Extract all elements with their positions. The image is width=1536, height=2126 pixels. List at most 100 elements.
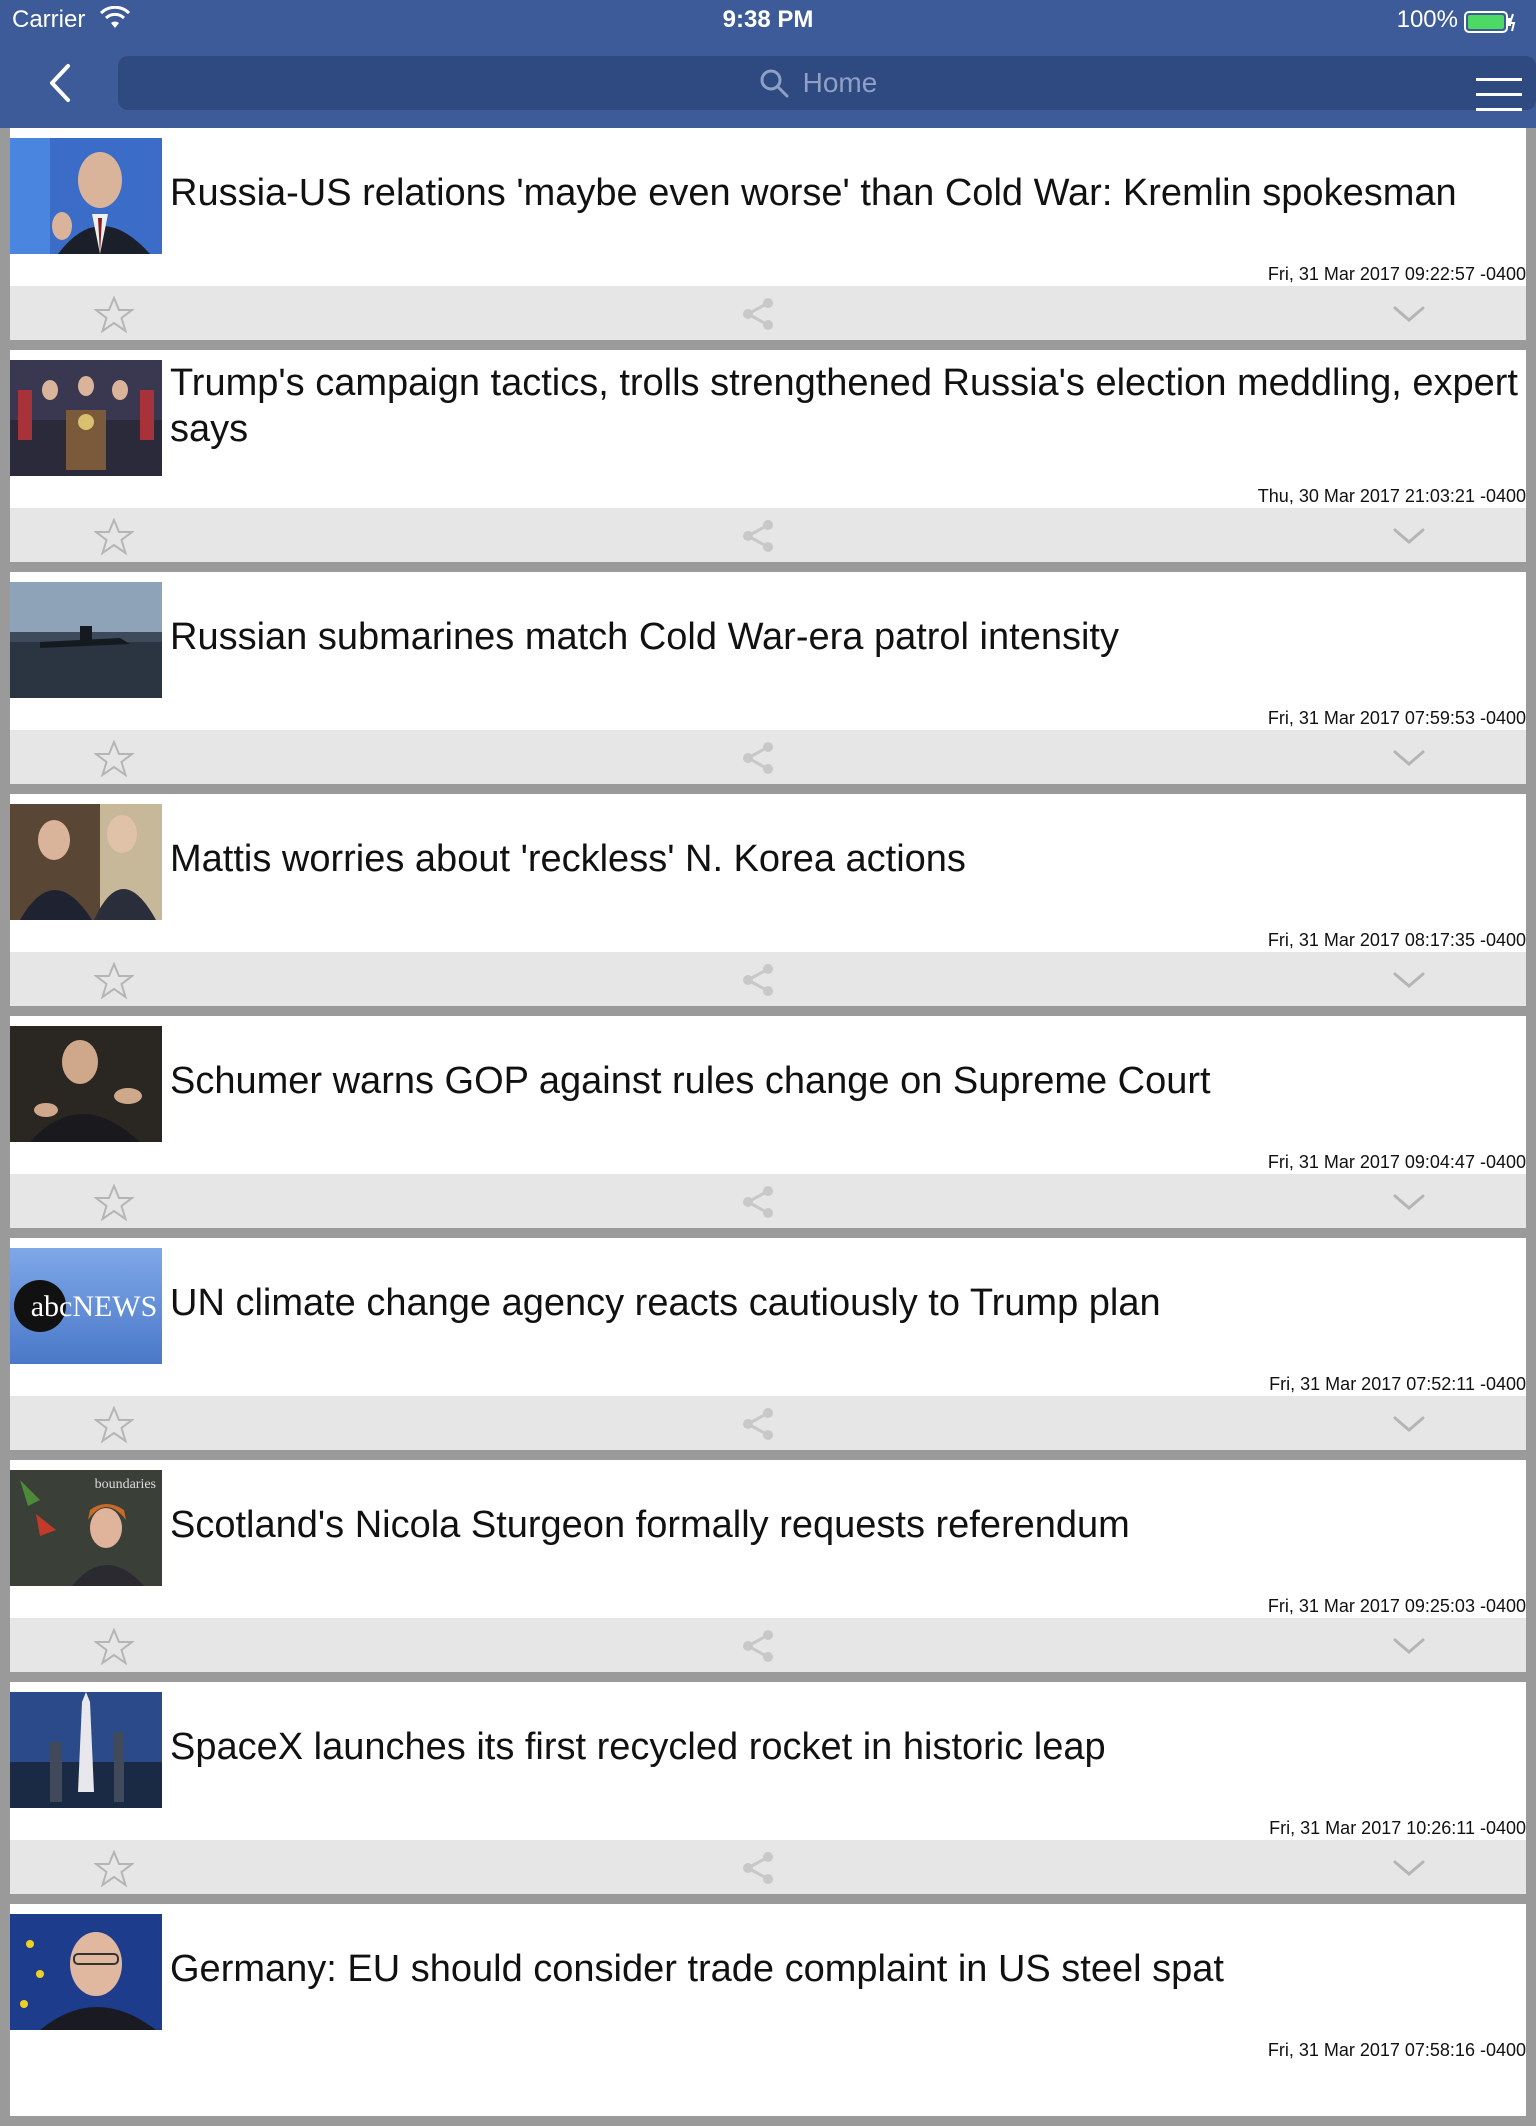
article-thumbnail[interactable] (10, 360, 162, 476)
thumbnail-image (10, 138, 162, 254)
article-headline[interactable]: Trump's campaign tactics, trolls strengt… (170, 360, 1520, 452)
share-button[interactable] (740, 518, 776, 554)
share-button[interactable] (740, 1406, 776, 1442)
article-headline[interactable]: SpaceX launches its first recycled rocke… (170, 1724, 1520, 1770)
expand-button[interactable] (1392, 748, 1426, 768)
article-date: Fri, 31 Mar 2017 07:59:53 -0400 (1267, 708, 1526, 728)
article-card[interactable]: Schumer warns GOP against rules change o… (10, 1016, 1526, 1228)
article-card[interactable]: SpaceX launches its first recycled rocke… (10, 1682, 1526, 1894)
article-action-bar (10, 1396, 1526, 1450)
article-headline[interactable]: Schumer warns GOP against rules change o… (170, 1058, 1520, 1104)
article-date: Fri, 31 Mar 2017 09:22:57 -0400 (1267, 264, 1526, 284)
article-date: Fri, 31 Mar 2017 10:26:11 -0400 (1269, 1818, 1526, 1838)
article-date: Fri, 31 Mar 2017 07:58:16 -0400 (1267, 2040, 1526, 2060)
article-action-bar (10, 1174, 1526, 1228)
article-headline[interactable]: Russian submarines match Cold War-era pa… (170, 614, 1520, 660)
battery-icon (1464, 11, 1516, 33)
article-date: Fri, 31 Mar 2017 07:52:11 -0400 (1269, 1374, 1526, 1394)
expand-button[interactable] (1392, 1858, 1426, 1878)
article-card[interactable]: Russian submarines match Cold War-era pa… (10, 572, 1526, 784)
article-thumbnail[interactable]: abcNEWS (10, 1248, 162, 1364)
share-icon (743, 1408, 773, 1440)
favorite-button[interactable] (93, 1627, 135, 1666)
favorite-button[interactable] (93, 1849, 135, 1888)
article-thumbnail[interactable] (10, 138, 162, 254)
article-action-bar (10, 730, 1526, 784)
article-date: Fri, 31 Mar 2017 09:04:47 -0400 (1267, 1152, 1526, 1172)
article-card[interactable]: Russia-US relations 'maybe even worse' t… (10, 128, 1526, 340)
article-headline[interactable]: Russia-US relations 'maybe even worse' t… (170, 170, 1520, 216)
article-headline[interactable]: UN climate change agency reacts cautious… (170, 1280, 1520, 1326)
article-action-bar (10, 1618, 1526, 1672)
thumbnail-image (10, 1026, 162, 1142)
star-icon (93, 739, 135, 778)
favorite-button[interactable] (93, 1405, 135, 1444)
thumbnail-image (10, 1692, 162, 1808)
article-thumbnail[interactable] (10, 804, 162, 920)
article-card[interactable]: abcNEWS UN climate change agency reacts … (10, 1238, 1526, 1450)
article-headline[interactable]: Scotland's Nicola Sturgeon formally requ… (170, 1502, 1520, 1548)
article-thumbnail[interactable] (10, 1692, 162, 1808)
favorite-button[interactable] (93, 1183, 135, 1222)
article-date: Fri, 31 Mar 2017 08:17:35 -0400 (1267, 930, 1526, 950)
back-icon (50, 64, 70, 102)
expand-button[interactable] (1392, 1192, 1426, 1212)
thumbnail-image (10, 804, 162, 920)
chevron-down-icon (1393, 1194, 1425, 1210)
chevron-down-icon (1393, 306, 1425, 322)
thumbnail-caption-text: boundaries (95, 1477, 156, 1492)
star-icon (93, 517, 135, 556)
expand-button[interactable] (1392, 1636, 1426, 1656)
article-thumbnail[interactable] (10, 582, 162, 698)
star-icon (93, 1849, 135, 1888)
article-card[interactable]: Germany: EU should consider trade compla… (10, 1904, 1526, 2116)
chevron-down-icon (1393, 972, 1425, 988)
search-field-inner: Home (118, 56, 1518, 110)
share-icon (743, 298, 773, 330)
star-icon (93, 1183, 135, 1222)
chevron-down-icon (1393, 528, 1425, 544)
thumbnail-image (10, 1914, 162, 2030)
share-button[interactable] (740, 962, 776, 998)
expand-button[interactable] (1392, 526, 1426, 546)
article-thumbnail[interactable] (10, 1026, 162, 1142)
article-action-bar (10, 286, 1526, 340)
share-icon (743, 1630, 773, 1662)
share-button[interactable] (740, 1628, 776, 1664)
article-headline[interactable]: Mattis worries about 'reckless' N. Korea… (170, 836, 1520, 882)
article-thumbnail[interactable]: boundaries (10, 1470, 162, 1586)
favorite-button[interactable] (93, 961, 135, 1000)
favorite-button[interactable] (93, 517, 135, 556)
favorite-button[interactable] (93, 295, 135, 334)
share-button[interactable] (740, 1184, 776, 1220)
article-card[interactable]: boundaries Scotland's Nicola Sturgeon fo… (10, 1460, 1526, 1672)
share-button[interactable] (740, 296, 776, 332)
menu-button[interactable] (1476, 78, 1522, 114)
share-icon (743, 742, 773, 774)
expand-button[interactable] (1392, 304, 1426, 324)
share-icon (743, 1852, 773, 1884)
share-button[interactable] (740, 1850, 776, 1886)
expand-button[interactable] (1392, 1414, 1426, 1434)
expand-button[interactable] (1392, 970, 1426, 990)
status-bar: Carrier 9:38 PM 100% (0, 0, 1536, 42)
share-icon (743, 1186, 773, 1218)
article-card[interactable]: Mattis worries about 'reckless' N. Korea… (10, 794, 1526, 1006)
share-icon (743, 520, 773, 552)
favorite-button[interactable] (93, 739, 135, 778)
article-thumbnail[interactable] (10, 1914, 162, 2030)
star-icon (93, 1405, 135, 1444)
star-icon (93, 1627, 135, 1666)
article-action-bar (10, 1840, 1526, 1894)
thumbnail-image (10, 360, 162, 476)
back-button[interactable] (40, 56, 84, 110)
share-icon (743, 964, 773, 996)
search-field[interactable]: Home (118, 56, 1536, 111)
article-card[interactable]: Trump's campaign tactics, trolls strengt… (10, 350, 1526, 562)
article-headline[interactable]: Germany: EU should consider trade compla… (170, 1946, 1520, 1992)
thumbnail-image: abcNEWS (10, 1248, 162, 1364)
article-date: Fri, 31 Mar 2017 09:25:03 -0400 (1267, 1596, 1526, 1616)
share-button[interactable] (740, 740, 776, 776)
chevron-down-icon (1393, 1860, 1425, 1876)
chevron-down-icon (1393, 1638, 1425, 1654)
